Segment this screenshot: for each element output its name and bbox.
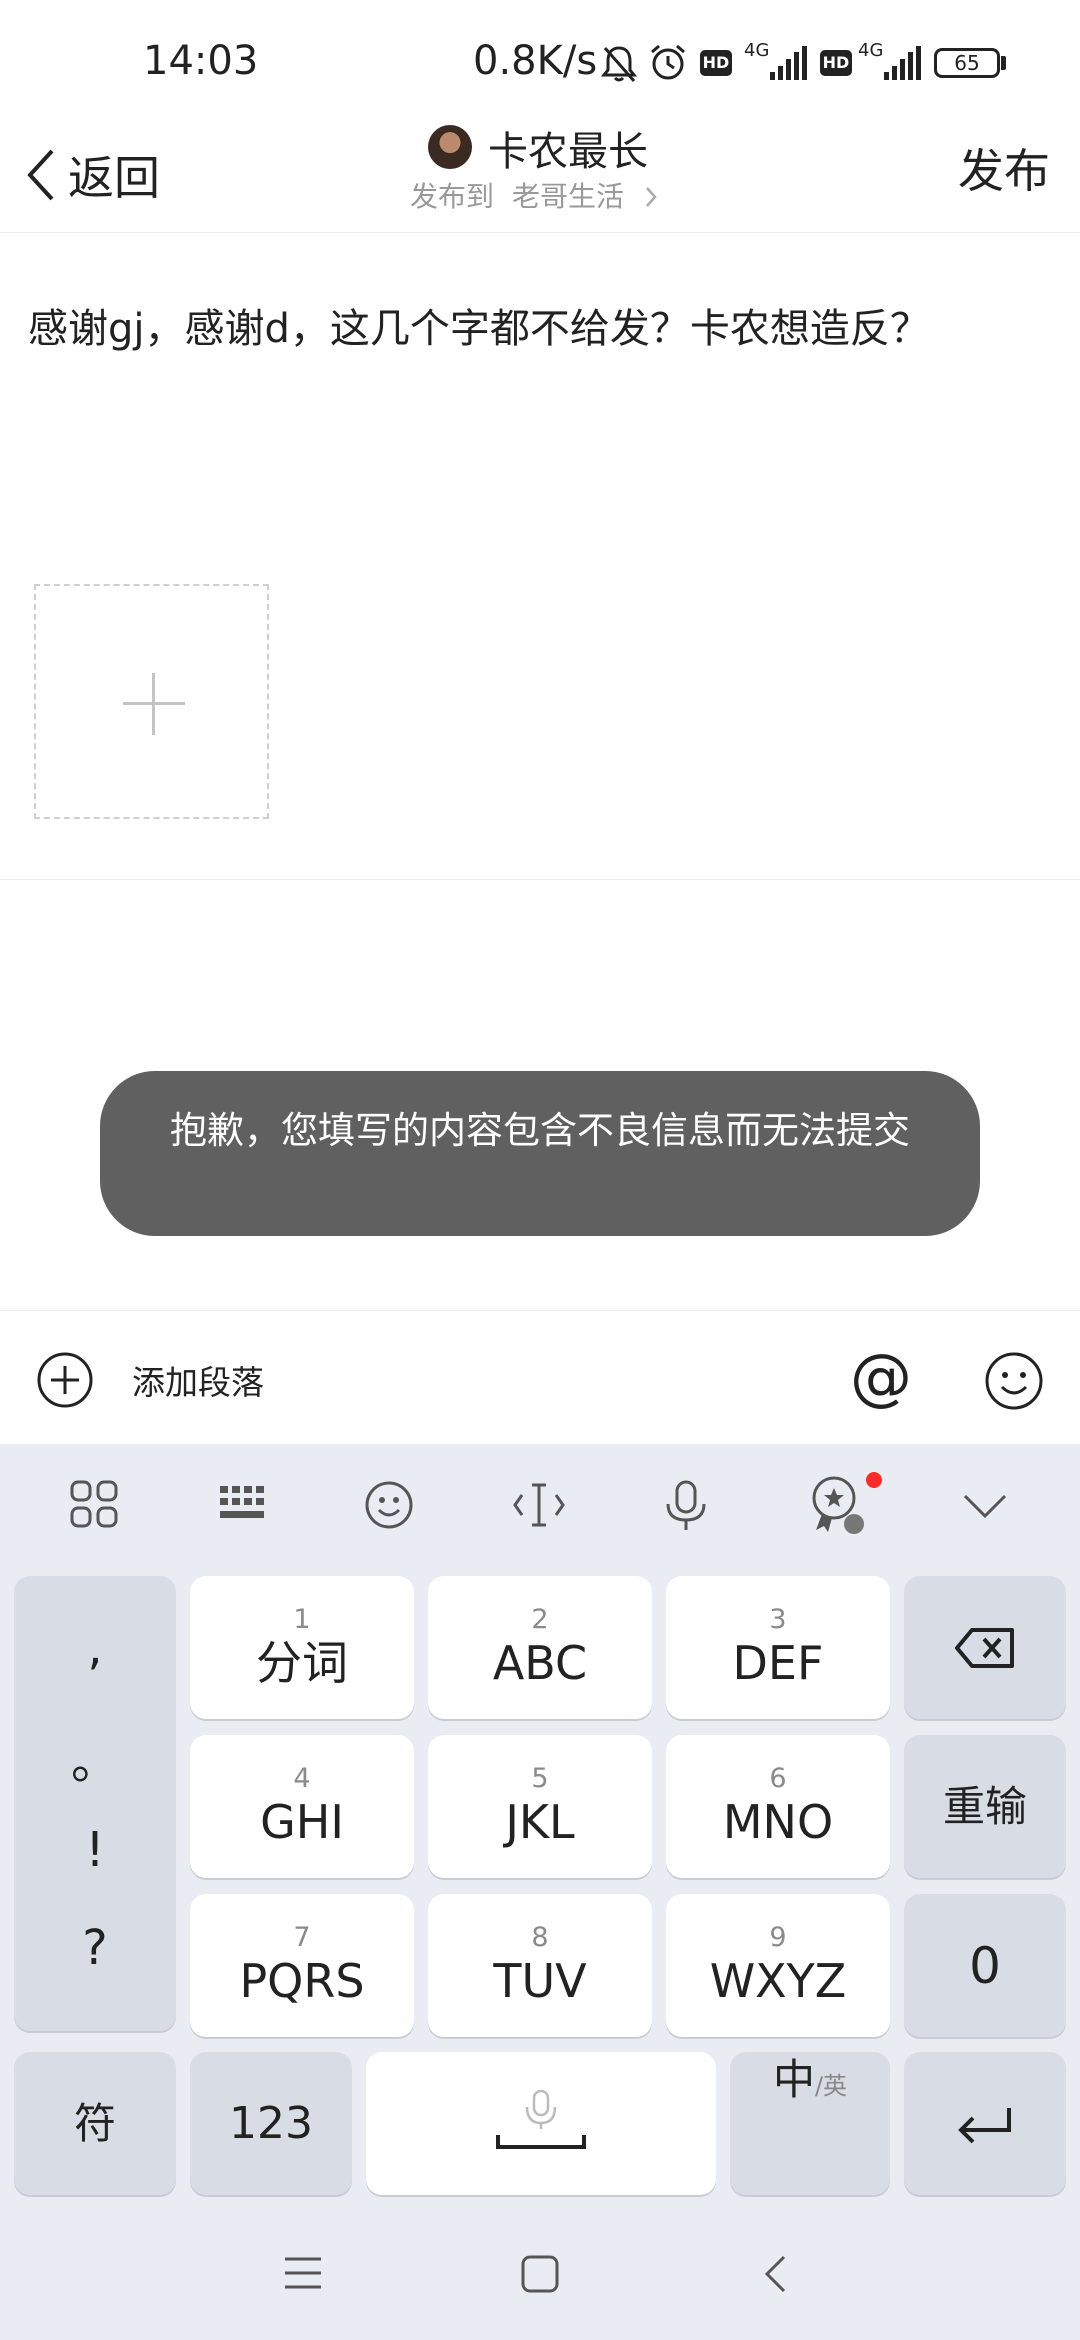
- status-time: 14:03: [143, 38, 259, 84]
- key-label: 重输: [942, 1781, 1027, 1831]
- key-label: MNO: [722, 1794, 834, 1849]
- backspace-icon: [955, 1627, 1014, 1668]
- badge-award-icon[interactable]: [806, 1474, 866, 1536]
- key-1[interactable]: 1 分词: [190, 1576, 414, 1719]
- key-number: 3: [769, 1603, 787, 1635]
- emoji-icon[interactable]: [364, 1480, 414, 1530]
- publish-button[interactable]: 发布: [958, 135, 1050, 201]
- destination-prefix: 发布到: [410, 180, 495, 213]
- key-sublabel: /英: [814, 2072, 848, 2100]
- key-9[interactable]: 9 WXYZ: [666, 1894, 890, 2037]
- status-net-speed: 0.8K/s: [473, 38, 598, 84]
- chevron-down-icon[interactable]: [962, 1492, 1008, 1520]
- error-toast: 抱歉，您填写的内容包含不良信息而无法提交: [100, 1071, 980, 1236]
- system-nav-bar: [0, 2206, 1080, 2340]
- key-label: GHI: [260, 1794, 344, 1849]
- back-nav-icon[interactable]: [762, 2254, 788, 2294]
- key-label: ABC: [492, 1635, 588, 1690]
- toast-message: 抱歉，您填写的内容包含不良信息而无法提交: [170, 1109, 910, 1152]
- microphone-icon[interactable]: [664, 1480, 708, 1532]
- battery-level: 65: [954, 51, 980, 75]
- key-label: WXYZ: [709, 1953, 847, 2008]
- cursor-move-icon[interactable]: [512, 1480, 566, 1530]
- network-type: 4G: [744, 40, 770, 61]
- backspace-key[interactable]: [904, 1576, 1066, 1719]
- post-content-text[interactable]: 感谢gj，感谢d，这几个字都不给发？卡农想造反？: [28, 300, 948, 358]
- notification-dot: [866, 1472, 882, 1488]
- signal-icon: [884, 46, 921, 80]
- key-label: 分词: [256, 1635, 348, 1690]
- punct-key[interactable]: ?: [14, 1920, 176, 1976]
- key-label: TUV: [493, 1953, 587, 2008]
- punct-key[interactable]: 。: [14, 1722, 176, 1792]
- key-label: JKL: [505, 1794, 575, 1849]
- chevron-left-icon: [27, 149, 54, 201]
- post-header: 返回 卡农最长 发布到 老哥生活 发布: [0, 125, 1080, 233]
- author-name: 卡农最长: [488, 129, 648, 175]
- key-2[interactable]: 2 ABC: [428, 1576, 652, 1719]
- add-circle-icon[interactable]: [36, 1351, 94, 1409]
- key-number: 5: [531, 1762, 549, 1794]
- key-5[interactable]: 5 JKL: [428, 1735, 652, 1878]
- key-number: 1: [293, 1603, 311, 1635]
- editor-toolbar: 添加段落 @: [0, 1311, 1080, 1444]
- key-number: 6: [769, 1762, 787, 1794]
- key-7[interactable]: 7 PQRS: [190, 1894, 414, 2037]
- language-switch-key[interactable]: 中 /英: [730, 2052, 890, 2195]
- plus-icon: [152, 673, 155, 735]
- key-number: 9: [769, 1921, 787, 1953]
- punctuation-column[interactable]: , 。 ! ?: [14, 1576, 176, 2031]
- keyboard: , 。 ! ? 1 分词 2 ABC 3 DEF 4 GHI 5 JKL 6 M…: [0, 1444, 1080, 2340]
- symbols-key[interactable]: 符: [14, 2052, 176, 2195]
- mute-bell-icon: [600, 46, 638, 82]
- at-mention-icon[interactable]: @: [850, 1346, 912, 1408]
- add-paragraph-button[interactable]: 添加段落: [132, 1356, 264, 1404]
- key-label: PQRS: [239, 1953, 365, 2008]
- numbers-key[interactable]: 123: [190, 2052, 352, 2195]
- back-label: 返回: [68, 151, 160, 205]
- enter-icon: [958, 2107, 1011, 2143]
- network-type: 4G: [858, 40, 884, 61]
- hd-badge: HD: [820, 50, 852, 76]
- avatar[interactable]: [428, 125, 472, 169]
- key-8[interactable]: 8 TUV: [428, 1894, 652, 2037]
- punct-key[interactable]: !: [14, 1822, 176, 1878]
- space-key[interactable]: [366, 2052, 716, 2195]
- add-image-button[interactable]: [34, 584, 269, 819]
- menu-icon[interactable]: [283, 2256, 323, 2290]
- key-label: 123: [229, 2097, 313, 2149]
- keyboard-layout-icon[interactable]: [218, 1484, 268, 1524]
- divider: [0, 879, 1080, 880]
- reenter-key[interactable]: 重输: [904, 1735, 1066, 1878]
- key-0[interactable]: 0: [904, 1894, 1066, 2037]
- destination-name: 老哥生活: [512, 180, 625, 213]
- key-number: 8: [531, 1921, 549, 1953]
- battery-icon: 65: [934, 48, 1000, 78]
- key-label: DEF: [732, 1635, 824, 1690]
- punct-key[interactable]: ,: [14, 1620, 176, 1676]
- key-6[interactable]: 6 MNO: [666, 1735, 890, 1878]
- emoji-icon[interactable]: [984, 1351, 1044, 1411]
- key-label: 0: [969, 1936, 1001, 1995]
- key-number: 2: [531, 1603, 549, 1635]
- hd-badge: HD: [700, 50, 732, 76]
- home-icon[interactable]: [520, 2254, 560, 2294]
- key-label: 符: [73, 2098, 116, 2148]
- chevron-right-icon: [646, 187, 657, 207]
- key-number: 7: [293, 1921, 311, 1953]
- key-3[interactable]: 3 DEF: [666, 1576, 890, 1719]
- alarm-icon: [651, 44, 685, 80]
- keyboard-toolbar: [0, 1444, 1080, 1568]
- key-number: 4: [293, 1762, 311, 1794]
- key-label: 中: [772, 2055, 815, 2104]
- apps-grid-icon[interactable]: [70, 1480, 118, 1528]
- enter-key[interactable]: [904, 2052, 1066, 2195]
- status-bar: 14:03 0.8K/s HD 4G HD 4G 65: [0, 0, 1080, 125]
- back-button[interactable]: 返回: [26, 135, 160, 215]
- space-mic-icon: [496, 2089, 586, 2149]
- signal-icon: [770, 46, 807, 80]
- key-4[interactable]: 4 GHI: [190, 1735, 414, 1878]
- publish-destination[interactable]: 发布到 老哥生活: [410, 175, 659, 215]
- battery-tip: [1001, 56, 1006, 70]
